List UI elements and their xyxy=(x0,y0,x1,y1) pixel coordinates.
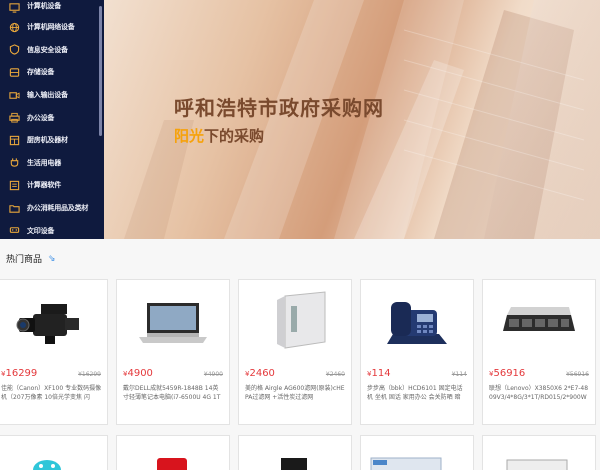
product-name: 美的格 Airgle AG600滤网(原装)cHEPA过滤网 +活性炭过滤网 xyxy=(245,385,345,401)
page: 计算机设备 计算机网络设备 信息安全设备 存储设备 输入输出设备 办公设备 厨房… xyxy=(0,0,600,470)
sidebar-item-network[interactable]: 计算机网络设备 xyxy=(0,16,104,39)
sidebar-item-label: 生活用电器 xyxy=(27,158,61,167)
telephone-image xyxy=(361,280,473,364)
sidebar-item-storage[interactable]: 存储设备 xyxy=(0,61,104,84)
kitchen-icon xyxy=(8,134,20,146)
shield-icon xyxy=(8,44,20,56)
price: ¥56916 xyxy=(489,368,526,379)
printer-icon xyxy=(8,112,20,124)
product-card[interactable] xyxy=(482,435,596,470)
price: ¥114 xyxy=(367,368,391,379)
product-image xyxy=(281,458,307,470)
sidebar-item-label: 信息安全设备 xyxy=(27,45,68,54)
sidebar-item-software[interactable]: 计算器软件 xyxy=(0,174,104,197)
sidebar-item-security[interactable]: 信息安全设备 xyxy=(0,39,104,62)
camcorder-image xyxy=(0,280,107,364)
product-name: 步步高（bbk）HCD6101 固定电话机 坐机 固话 家用办公 会关防晒 暗 xyxy=(367,385,463,401)
sidebar-item-label: 厨房机及器材 xyxy=(27,136,68,145)
product-card[interactable]: ¥2460 ¥2460 美的格 Airgle AG600滤网(原装)cHEPA过… xyxy=(238,279,352,425)
product-image xyxy=(370,457,442,470)
hot-products-title: 热门商品 xyxy=(6,255,43,265)
sidebar-item-print-device[interactable]: 文印设备 xyxy=(0,219,104,239)
product-card[interactable] xyxy=(238,435,352,470)
product-name: 联想（Lenovo）X3850X6 2*E7-4809V3/4*8G/3*1T/… xyxy=(489,385,589,401)
sidebar-item-computer[interactable]: 计算机设备 xyxy=(0,0,104,16)
sidebar-item-label: 计算器软件 xyxy=(27,181,61,190)
monitor-icon xyxy=(8,1,20,13)
product-card[interactable]: ¥56916 ¥56916 联想（Lenovo）X3850X6 2*E7-480… xyxy=(482,279,596,425)
old-price: ¥114 xyxy=(451,371,467,378)
hot-products-header: 热门商品 ⇘ xyxy=(6,252,56,266)
old-price: ¥4900 xyxy=(203,371,223,378)
laptop-image xyxy=(117,280,229,364)
sidebar-item-label: 存储设备 xyxy=(27,68,55,77)
sidebar-scrollbar[interactable] xyxy=(99,6,102,136)
network-icon xyxy=(8,21,20,33)
sidebar-item-office[interactable]: 办公设备 xyxy=(0,106,104,129)
banner-subtitle-rest: 下的采购 xyxy=(204,127,265,145)
product-card[interactable] xyxy=(360,435,474,470)
software-icon xyxy=(8,179,20,191)
sidebar-item-label: 文印设备 xyxy=(27,226,55,235)
sidebar-item-io[interactable]: 输入输出设备 xyxy=(0,84,104,107)
product-card[interactable]: ¥4900 ¥4900 戴尔DELL成就5459R-1848B 14英寸轻薄笔记… xyxy=(116,279,230,425)
product-image xyxy=(33,460,61,470)
product-name: 佳能（Canon）XF100 专业数码摄像机（207万像素 10倍光学变焦 闪 xyxy=(1,385,102,401)
hero-banner[interactable]: 呼和浩特市政府采购网 阳光下的采购 xyxy=(104,0,600,239)
product-card[interactable] xyxy=(0,435,108,470)
sidebar-item-label: 输入输出设备 xyxy=(27,91,68,100)
banner-subtitle-highlight: 阳光 xyxy=(174,127,205,145)
old-price: ¥2460 xyxy=(325,371,345,378)
sidebar-item-label: 办公消耗用品及类材 xyxy=(27,204,89,213)
product-card[interactable] xyxy=(116,435,230,470)
price: ¥16299 xyxy=(1,368,38,379)
air-purifier-image xyxy=(239,280,351,364)
old-price: ¥56916 xyxy=(566,371,589,378)
price: ¥2460 xyxy=(245,368,275,379)
product-image xyxy=(506,459,568,470)
sidebar-item-label: 计算机网络设备 xyxy=(27,23,75,32)
folder-icon xyxy=(8,202,20,214)
banner-title: 呼和浩特市政府采购网 xyxy=(174,96,384,120)
sidebar-item-supplies[interactable]: 办公消耗用品及类材 xyxy=(0,197,104,220)
server-image xyxy=(483,280,595,364)
sidebar-item-label: 计算机设备 xyxy=(27,2,61,10)
sidebar-item-appliance[interactable]: 生活用电器 xyxy=(0,152,104,175)
sidebar-item-kitchen[interactable]: 厨房机及器材 xyxy=(0,129,104,152)
print-device-icon xyxy=(8,225,20,237)
product-card[interactable]: ¥114 ¥114 步步高（bbk）HCD6101 固定电话机 坐机 固话 家用… xyxy=(360,279,474,425)
price: ¥4900 xyxy=(123,368,153,379)
category-sidebar: 计算机设备 计算机网络设备 信息安全设备 存储设备 输入输出设备 办公设备 厨房… xyxy=(0,0,104,239)
storage-icon xyxy=(8,66,20,78)
sidebar-item-label: 办公设备 xyxy=(27,113,55,122)
camera-icon xyxy=(8,89,20,101)
product-image xyxy=(157,458,187,470)
product-name: 戴尔DELL成就5459R-1848B 14英寸轻薄笔记本电脑(i7-6500U… xyxy=(123,385,221,401)
banner-subtitle: 阳光下的采购 xyxy=(174,125,264,146)
arrow-icon[interactable]: ⇘ xyxy=(48,254,56,264)
product-card[interactable]: ¥16299 ¥16299 佳能（Canon）XF100 专业数码摄像机（207… xyxy=(0,279,108,425)
appliance-icon xyxy=(8,157,20,169)
old-price: ¥16299 xyxy=(78,371,101,378)
